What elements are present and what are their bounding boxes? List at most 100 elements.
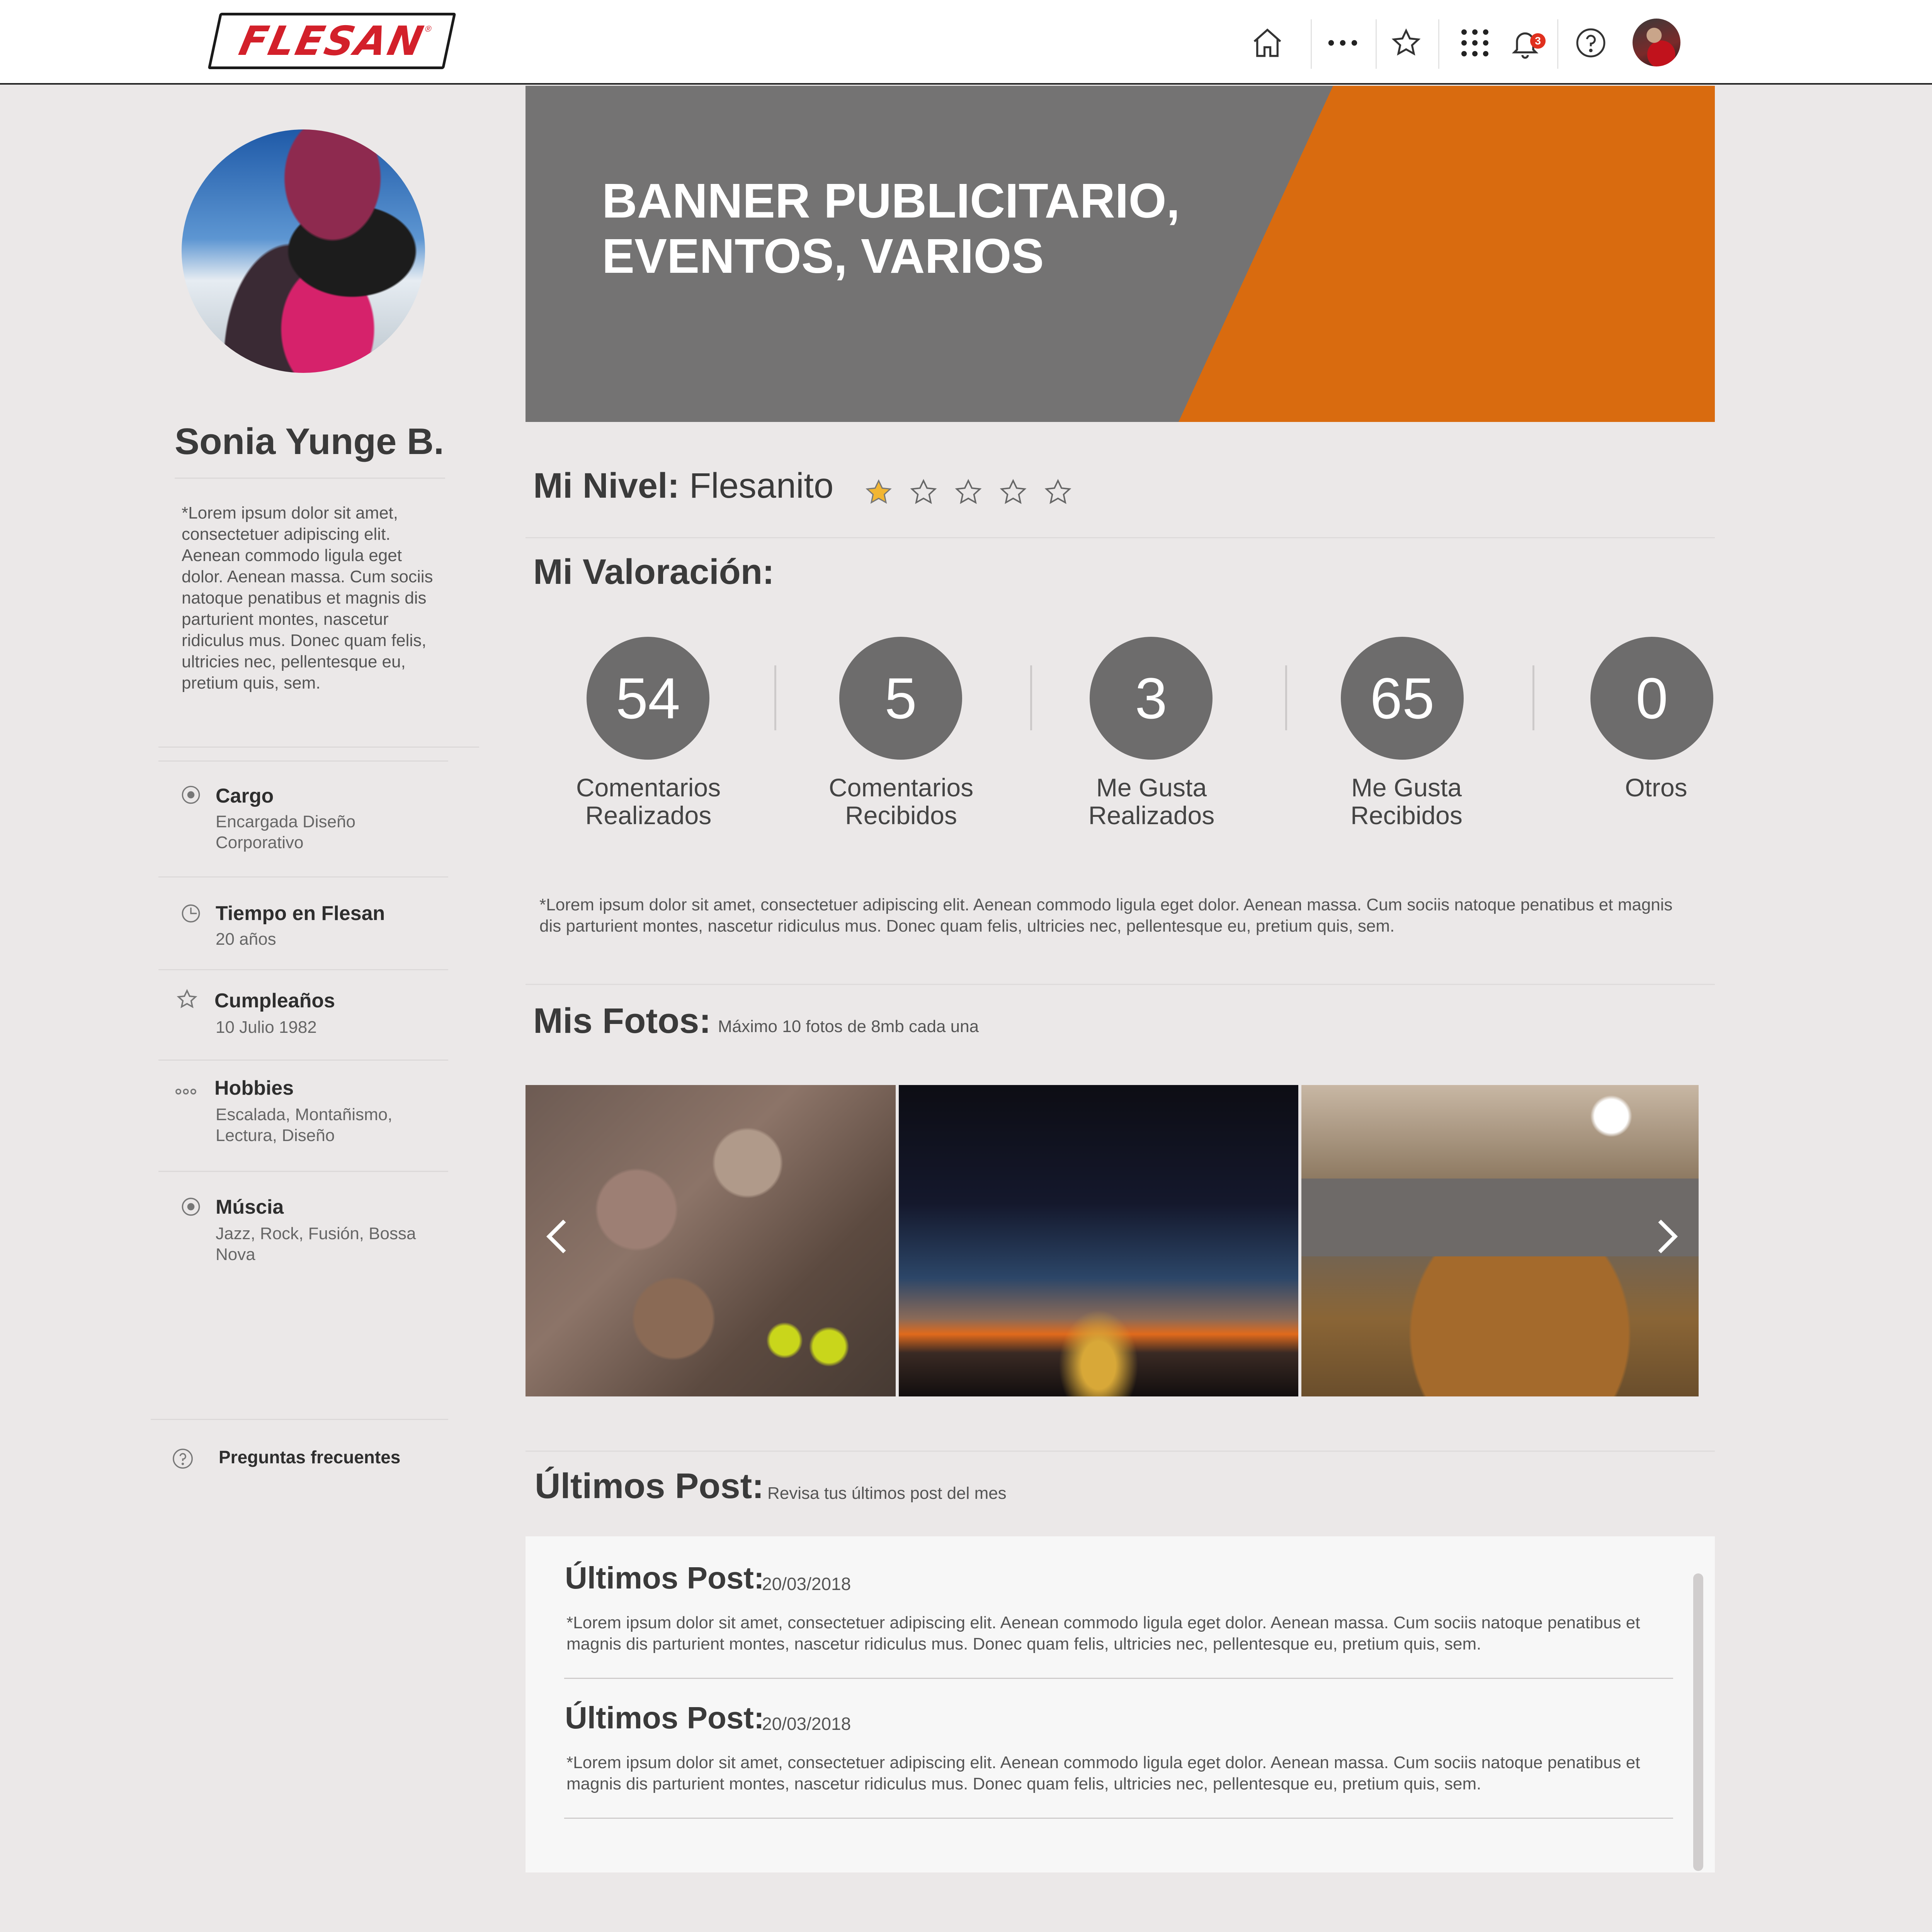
info-label-tiempo: Tiempo en Flesan <box>216 902 385 925</box>
help-circle-icon <box>172 1447 194 1470</box>
stat-circle: 54 <box>587 637 709 760</box>
stat-label-line: Recibidos <box>1350 801 1463 830</box>
stat-circle: 0 <box>1590 637 1713 760</box>
level-star-empty-icon <box>998 478 1028 507</box>
stat-label-line: Recibidos <box>845 801 957 830</box>
stat-label-line: Comentarios <box>576 773 721 802</box>
profile-name: Sonia Yunge B. <box>175 421 444 462</box>
nav-separator <box>1376 19 1377 69</box>
photo-cabin[interactable] <box>1301 1085 1699 1396</box>
post-divider <box>564 1818 1673 1819</box>
divider <box>158 747 479 748</box>
info-label-hobbies: Hobbies <box>214 1077 294 1099</box>
divider <box>158 760 448 762</box>
user-avatar[interactable] <box>1633 19 1680 66</box>
info-label-cargo: Cargo <box>216 785 274 807</box>
info-value-tiempo: 20 años <box>216 930 276 949</box>
apps-grid-icon[interactable] <box>1454 22 1496 64</box>
posts-scrollbar[interactable] <box>1693 1573 1703 1871</box>
help-icon[interactable] <box>1570 22 1612 64</box>
profile-photo <box>182 129 425 373</box>
banner-title-line1: BANNER PUBLICITARIO, <box>602 173 1180 228</box>
photo-sunset[interactable] <box>899 1085 1298 1396</box>
promo-banner[interactable]: BANNER PUBLICITARIO, EVENTOS, VARIOS <box>526 86 1715 422</box>
section-divider <box>526 537 1715 538</box>
divider <box>151 1419 448 1420</box>
photos-title: Mis Fotos: <box>533 1001 711 1041</box>
stat-label: Me Gusta Recibidos <box>1318 774 1495 829</box>
post-divider <box>564 1678 1673 1679</box>
stat-separator <box>1532 665 1534 730</box>
photo-rocks[interactable] <box>526 1085 896 1396</box>
divider <box>158 1171 448 1172</box>
chevron-left-icon[interactable] <box>539 1209 574 1264</box>
star-outline-icon <box>176 988 198 1010</box>
nav-separator <box>1438 19 1439 69</box>
logo-text: FLESAN <box>235 17 429 65</box>
stat-separator <box>774 665 776 730</box>
profile-bio: *Lorem ipsum dolor sit amet, consectetue… <box>182 503 433 692</box>
divider <box>158 969 448 970</box>
stat-label: Otros <box>1567 774 1745 801</box>
info-label-cumpleanos: Cumpleaños <box>214 990 335 1012</box>
stat-label: Me Gusta Realizados <box>1063 774 1240 829</box>
stat-separator <box>1285 665 1287 730</box>
posts-list[interactable]: Últimos Post: 20/03/2018 *Lorem ipsum do… <box>526 1536 1715 1872</box>
level-value: Flesanito <box>689 466 834 505</box>
stat-label-line: Comentarios <box>828 773 974 802</box>
stat-label-line: Realizados <box>1088 801 1215 830</box>
chevron-right-icon[interactable] <box>1650 1209 1685 1264</box>
clock-icon <box>180 902 202 925</box>
banner-title: BANNER PUBLICITARIO, EVENTOS, VARIOS <box>602 173 1298 284</box>
stat-label-line: Otros <box>1625 773 1687 802</box>
post-text: *Lorem ipsum dolor sit amet, consectetue… <box>566 1753 1640 1793</box>
top-bar: FLESAN ® 3 <box>0 0 1932 85</box>
photos-subtitle: Máximo 10 fotos de 8mb cada una <box>718 1017 979 1036</box>
post-text: *Lorem ipsum dolor sit amet, consectetue… <box>566 1613 1640 1653</box>
stat-circle: 3 <box>1090 637 1213 760</box>
valoracion-title: Mi Valoración: <box>533 552 774 592</box>
post-title[interactable]: Últimos Post: <box>565 1560 764 1596</box>
stat-label: Comentarios Realizados <box>560 774 737 829</box>
post-title[interactable]: Últimos Post: <box>565 1700 764 1736</box>
section-divider <box>526 1451 1715 1452</box>
valoracion-description: *Lorem ipsum dolor sit amet, consectetue… <box>539 895 1673 935</box>
stat-circle: 5 <box>839 637 962 760</box>
stat-separator <box>1030 665 1032 730</box>
home-icon[interactable] <box>1246 22 1289 64</box>
notification-badge[interactable]: 3 <box>1530 33 1546 49</box>
posts-title: Últimos Post: <box>535 1466 764 1506</box>
faq-link[interactable]: Preguntas frecuentes <box>219 1447 400 1468</box>
post-date: 20/03/2018 <box>762 1714 851 1734</box>
nav-separator <box>1557 19 1558 69</box>
info-value-cumpleanos: 10 Julio 1982 <box>216 1018 317 1037</box>
divider <box>158 876 448 878</box>
stat-label: Comentarios Recibidos <box>812 774 990 829</box>
level-star-empty-icon <box>954 478 983 507</box>
info-value-cargo: Encargada Diseño Corporativo <box>216 812 356 852</box>
post-date: 20/03/2018 <box>762 1574 851 1594</box>
posts-subtitle: Revisa tus últimos post del mes <box>767 1484 1007 1503</box>
divider <box>175 478 445 479</box>
stat-label-line: Me Gusta <box>1351 773 1462 802</box>
info-value-musica: Jazz, Rock, Fusión, Bossa Nova <box>216 1224 416 1264</box>
stat-circle: 65 <box>1341 637 1464 760</box>
level-star-empty-icon <box>909 478 938 507</box>
info-value-hobbies: Escalada, Montañismo, Lectura, Diseño <box>216 1105 393 1145</box>
nav-separator <box>1311 19 1312 69</box>
divider <box>158 1060 448 1061</box>
stat-label-line: Realizados <box>585 801 712 830</box>
star-icon[interactable] <box>1385 22 1427 64</box>
level-star-filled-icon <box>864 478 893 507</box>
info-label-musica: Múscia <box>216 1196 284 1218</box>
disc-icon <box>180 1196 202 1218</box>
flesan-logo[interactable]: FLESAN ® <box>207 13 456 69</box>
dots-icon <box>175 1080 197 1103</box>
stat-label-line: Me Gusta <box>1096 773 1207 802</box>
section-divider <box>526 984 1715 985</box>
more-icon[interactable] <box>1321 22 1364 64</box>
level-star-empty-icon <box>1043 478 1073 507</box>
banner-title-line2: EVENTOS, VARIOS <box>602 229 1044 283</box>
target-icon <box>180 784 202 806</box>
level-heading: Mi Nivel: Flesanito <box>533 466 833 506</box>
